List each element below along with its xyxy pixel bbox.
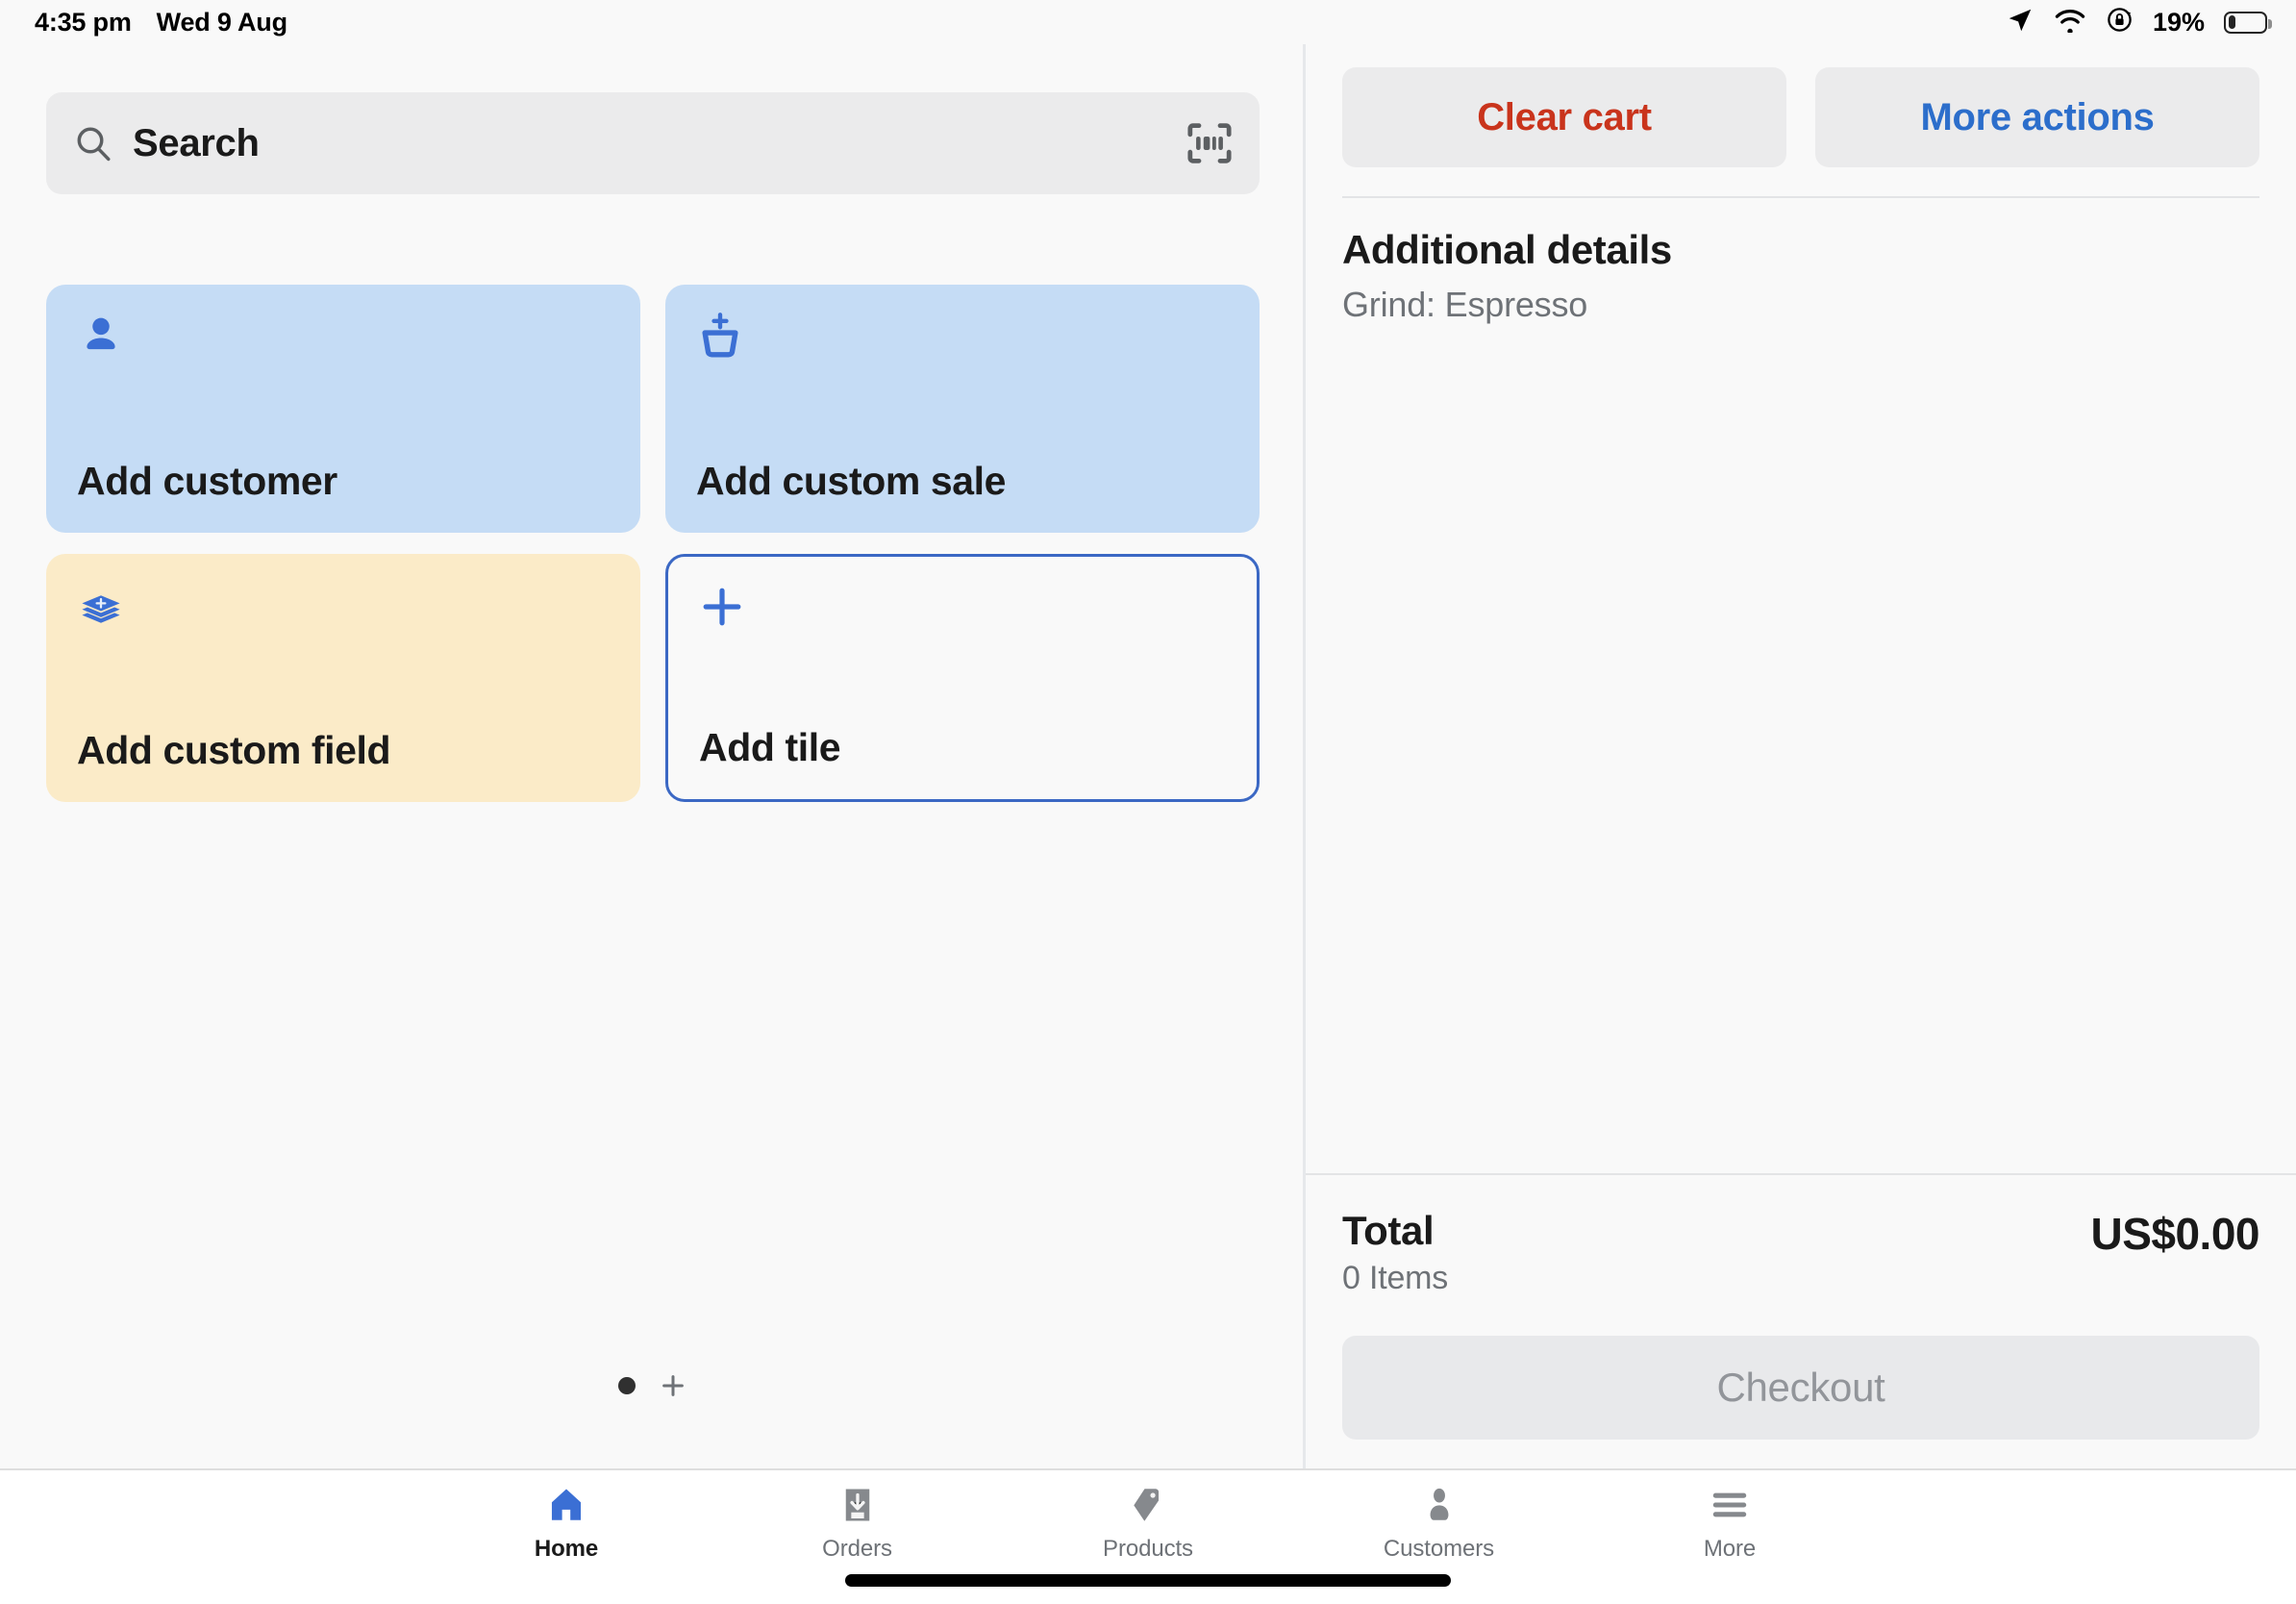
bottom-tab-bar: Home Orders Products Customers More xyxy=(0,1468,2296,1604)
tab-label: Orders xyxy=(822,1536,892,1562)
cart-total-section: Total 0 Items US$0.00 Checkout xyxy=(1306,1173,2296,1468)
person-icon xyxy=(1419,1484,1460,1526)
menu-icon xyxy=(1710,1484,1750,1526)
search-bar[interactable]: Search xyxy=(46,92,1260,194)
add-page-icon[interactable] xyxy=(659,1371,687,1400)
tile-label: Add custom sale xyxy=(696,459,1007,503)
tile-label: Add customer xyxy=(77,459,337,503)
tab-label: Products xyxy=(1103,1536,1193,1562)
tab-label: Home xyxy=(534,1536,599,1562)
tag-icon xyxy=(1128,1484,1168,1526)
tab-label: More xyxy=(1703,1536,1757,1562)
person-icon xyxy=(77,312,129,363)
tab-home[interactable]: Home xyxy=(461,1484,672,1604)
main-content: Search Add customer Add custom sale Add … xyxy=(0,44,2296,1468)
battery-icon xyxy=(2224,11,2272,34)
wifi-icon xyxy=(2054,8,2086,38)
more-actions-button[interactable]: More actions xyxy=(1815,67,2259,167)
clear-cart-button[interactable]: Clear cart xyxy=(1342,67,1786,167)
total-label: Total xyxy=(1342,1208,1435,1253)
status-bar-right: 19% xyxy=(2006,6,2272,39)
tile-label: Add tile xyxy=(699,725,841,769)
tile-add-custom-sale[interactable]: Add custom sale xyxy=(665,285,1260,533)
status-time: 4:35 pm xyxy=(35,7,132,37)
status-bar-left: 4:35 pm Wed 9 Aug xyxy=(35,8,287,38)
additional-details-title: Additional details xyxy=(1342,227,1672,272)
checkout-button[interactable]: Checkout xyxy=(1342,1336,2259,1440)
search-icon xyxy=(73,123,113,163)
additional-details-section: Additional details Grind: Espresso xyxy=(1306,198,2296,1173)
cart-action-bar: Clear cart More actions xyxy=(1306,44,2296,167)
cart-pane: Clear cart More actions Additional detai… xyxy=(1306,44,2296,1468)
tile-add-tile[interactable]: Add tile xyxy=(665,554,1260,802)
tab-label: Customers xyxy=(1383,1536,1495,1562)
location-arrow-icon xyxy=(2006,6,2034,39)
add-to-basket-icon xyxy=(696,312,748,363)
rotation-lock-icon xyxy=(2106,6,2134,38)
layers-plus-icon xyxy=(77,581,129,633)
page-dot-1[interactable] xyxy=(618,1377,636,1394)
additional-details-line: Grind: Espresso xyxy=(1342,285,1588,324)
home-icon xyxy=(546,1484,586,1526)
tiles-pane: Search Add customer Add custom sale Add … xyxy=(0,44,1306,1468)
total-left: Total 0 Items xyxy=(1342,1208,1448,1297)
battery-percent: 19% xyxy=(2152,7,2205,37)
tile-add-customer[interactable]: Add customer xyxy=(46,285,640,533)
plus-icon xyxy=(699,584,751,636)
tile-add-custom-field[interactable]: Add custom field xyxy=(46,554,640,802)
page-indicator xyxy=(0,1371,1306,1400)
barcode-scan-icon[interactable] xyxy=(1186,122,1233,164)
home-indicator xyxy=(845,1574,1451,1587)
status-bar: 4:35 pm Wed 9 Aug 19% xyxy=(0,0,2296,44)
tab-more[interactable]: More xyxy=(1624,1484,1835,1604)
total-amount: US$0.00 xyxy=(2090,1209,2259,1259)
search-input[interactable]: Search xyxy=(133,122,1186,165)
tile-label: Add custom field xyxy=(77,728,391,772)
status-date: Wed 9 Aug xyxy=(156,7,287,37)
tile-grid: Add customer Add custom sale Add custom … xyxy=(46,285,1260,802)
total-row: Total 0 Items US$0.00 xyxy=(1342,1208,2259,1297)
orders-icon xyxy=(837,1484,878,1526)
total-items-count: 0 Items xyxy=(1342,1260,1449,1296)
